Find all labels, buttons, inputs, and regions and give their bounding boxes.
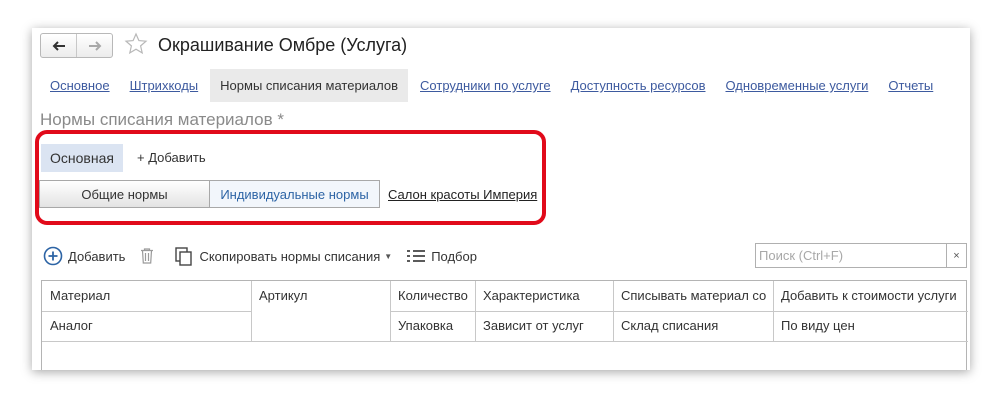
section-title: Нормы списания материалов * [40,110,284,129]
back-button[interactable] [41,34,76,57]
column-header[interactable]: Характеристика [475,281,580,311]
column-header[interactable]: По виду цен [773,311,855,341]
column-header[interactable]: Материал [42,281,110,311]
column-header[interactable]: Зависит от услуг [475,311,584,341]
tab-osnovnoe[interactable]: Основное [42,69,118,102]
column-header[interactable]: Упаковка [390,311,453,341]
clear-search-button[interactable]: × [946,244,966,267]
list-icon [407,250,426,262]
navigation-buttons [40,33,113,58]
column-header[interactable]: Добавить к стоимости услуги [773,281,957,311]
copy-norms-label: Скопировать нормы списания [199,248,381,264]
norms-type-toggle: Общие нормы Индивидуальные нормы [39,180,380,208]
salon-link[interactable]: Салон красоты Империя [388,187,537,202]
tab-sotrudniki[interactable]: Сотрудники по услуге [412,69,559,102]
select-button-label: Подбор [431,248,477,264]
tab-shtrihkody[interactable]: Штрихкоды [122,69,207,102]
subtab-osnovnaya[interactable]: Основная [41,144,123,172]
arrow-right-icon [88,40,101,51]
individual-norms-option[interactable]: Индивидуальные нормы [210,181,379,207]
search-input[interactable] [756,244,946,267]
tab-dostupnost-resursov[interactable]: Доступность ресурсов [563,69,714,102]
dropdown-caret-icon: ▼ [384,251,393,261]
column-header[interactable]: Количество [390,281,468,311]
star-icon [124,32,148,55]
page-title: Окрашивание Омбре (Услуга) [158,35,408,55]
favorite-button[interactable] [124,32,148,59]
table-toolbar: Добавить Скопировать нормы списания ▼ По… [43,244,491,268]
copy-icon [175,247,193,266]
add-variant-button[interactable]: + Добавить [137,150,206,165]
copy-norms-button[interactable]: Скопировать нормы списания ▼ [174,246,392,266]
select-button[interactable]: Подбор [406,248,477,264]
trash-icon [141,248,154,264]
tab-odnovremennye-uslugi[interactable]: Одновременные услуги [717,69,876,102]
tab-normy-spisaniya[interactable]: Нормы списания материалов [210,69,409,102]
add-button-label: Добавить [68,248,126,264]
arrow-left-icon [52,40,65,51]
column-header[interactable]: Артикул [251,281,307,311]
tab-otchety[interactable]: Отчеты [880,69,941,102]
column-header[interactable]: Аналог [42,311,93,341]
common-norms-option[interactable]: Общие нормы [40,181,210,207]
column-header[interactable]: Склад списания [613,311,718,341]
form-window: Окрашивание Омбре (Услуга) Основное Штри… [32,28,970,370]
search-box: × [755,243,967,268]
plus-circle-icon [43,246,63,266]
column-header[interactable]: Списывать материал со [613,281,766,311]
delete-button[interactable] [139,247,160,265]
norms-table: Материал Артикул Количество Характеристи… [41,280,968,370]
add-button[interactable]: Добавить [43,246,125,266]
tab-bar: Основное Штрихкоды Нормы списания матери… [42,69,945,102]
forward-button[interactable] [76,34,112,57]
